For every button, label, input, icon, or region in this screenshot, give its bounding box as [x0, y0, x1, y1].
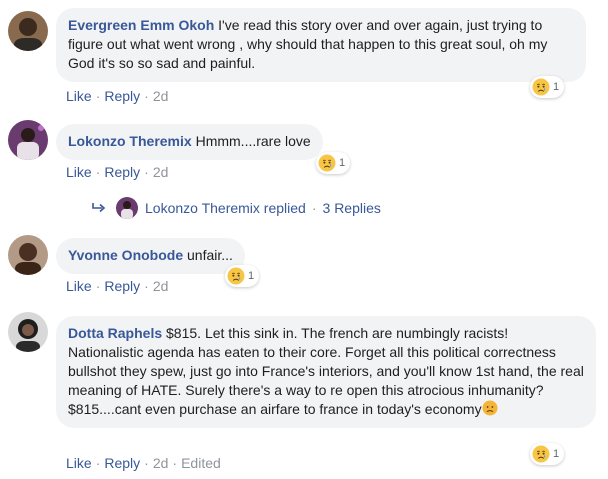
- reaction-badge[interactable]: 1: [530, 76, 565, 98]
- sad-reaction-icon: [532, 78, 550, 96]
- separator-dot: ·: [311, 200, 317, 216]
- timestamp[interactable]: 2d: [153, 278, 169, 294]
- reaction-badge[interactable]: 1: [225, 265, 260, 287]
- replier-avatar: [116, 197, 138, 219]
- view-replies-link[interactable]: Lokonzo Theremix replied · 3 Replies: [92, 197, 381, 219]
- reply-button[interactable]: Reply: [104, 278, 140, 294]
- reaction-count: 1: [339, 157, 346, 169]
- separator-dot: ·: [95, 164, 101, 180]
- reply-button[interactable]: Reply: [104, 455, 140, 471]
- like-button[interactable]: Like: [66, 164, 92, 180]
- timestamp[interactable]: 2d: [153, 88, 169, 104]
- separator-dot: ·: [95, 455, 101, 471]
- reaction-count: 1: [553, 448, 560, 460]
- comment-text: Hmmm....rare love: [195, 133, 311, 149]
- separator-dot: ·: [144, 455, 149, 471]
- separator-dot: ·: [95, 278, 101, 294]
- reply-arrow-icon: [92, 203, 106, 213]
- reply-button[interactable]: Reply: [104, 88, 140, 104]
- separator-dot: ·: [95, 88, 101, 104]
- separator-dot: ·: [172, 455, 178, 471]
- separator-dot: ·: [144, 278, 149, 294]
- replies-count[interactable]: 3 Replies: [323, 200, 381, 216]
- comment-bubble: Dotta Raphels $815. Let this sink in. Th…: [56, 316, 596, 428]
- comment-bubble: Lokonzo Theremix Hmmm....rare love: [56, 124, 323, 160]
- avatar[interactable]: [8, 120, 48, 160]
- replied-text: Lokonzo Theremix replied: [145, 200, 306, 216]
- like-button[interactable]: Like: [66, 88, 92, 104]
- comment-actions: Like · Reply · 2d · Edited: [66, 455, 221, 471]
- timestamp[interactable]: 2d: [153, 164, 169, 180]
- avatar[interactable]: [8, 11, 48, 51]
- comment-author[interactable]: Evergreen Emm Okoh: [68, 17, 214, 33]
- reaction-badge[interactable]: 1: [530, 443, 565, 465]
- comment-author[interactable]: Dotta Raphels: [68, 325, 162, 341]
- comment-actions: Like · Reply · 2d: [66, 164, 168, 180]
- sad-reaction-icon: [532, 445, 550, 463]
- comment-author[interactable]: Lokonzo Theremix: [68, 133, 192, 149]
- reply-button[interactable]: Reply: [104, 164, 140, 180]
- comment-bubble: Yvonne Onobode unfair...: [56, 238, 245, 274]
- like-button[interactable]: Like: [66, 278, 92, 294]
- comment-actions: Like · Reply · 2d: [66, 88, 168, 104]
- avatar[interactable]: [8, 235, 48, 275]
- disappointed-emoji-icon: [482, 400, 498, 416]
- comment-text: unfair...: [187, 247, 233, 263]
- comment-bubble: Evergreen Emm Okoh I've read this story …: [56, 8, 586, 82]
- sad-reaction-icon: [318, 154, 336, 172]
- comment-author[interactable]: Yvonne Onobode: [68, 247, 183, 263]
- like-button[interactable]: Like: [66, 455, 92, 471]
- reaction-badge[interactable]: 1: [316, 152, 351, 174]
- timestamp[interactable]: 2d: [153, 455, 169, 471]
- avatar[interactable]: [8, 312, 48, 352]
- reaction-count: 1: [248, 270, 255, 282]
- separator-dot: ·: [144, 164, 149, 180]
- sad-reaction-icon: [227, 267, 245, 285]
- edited-label[interactable]: Edited: [181, 455, 221, 471]
- comment-actions: Like · Reply · 2d: [66, 278, 168, 294]
- separator-dot: ·: [144, 88, 149, 104]
- reaction-count: 1: [553, 81, 560, 93]
